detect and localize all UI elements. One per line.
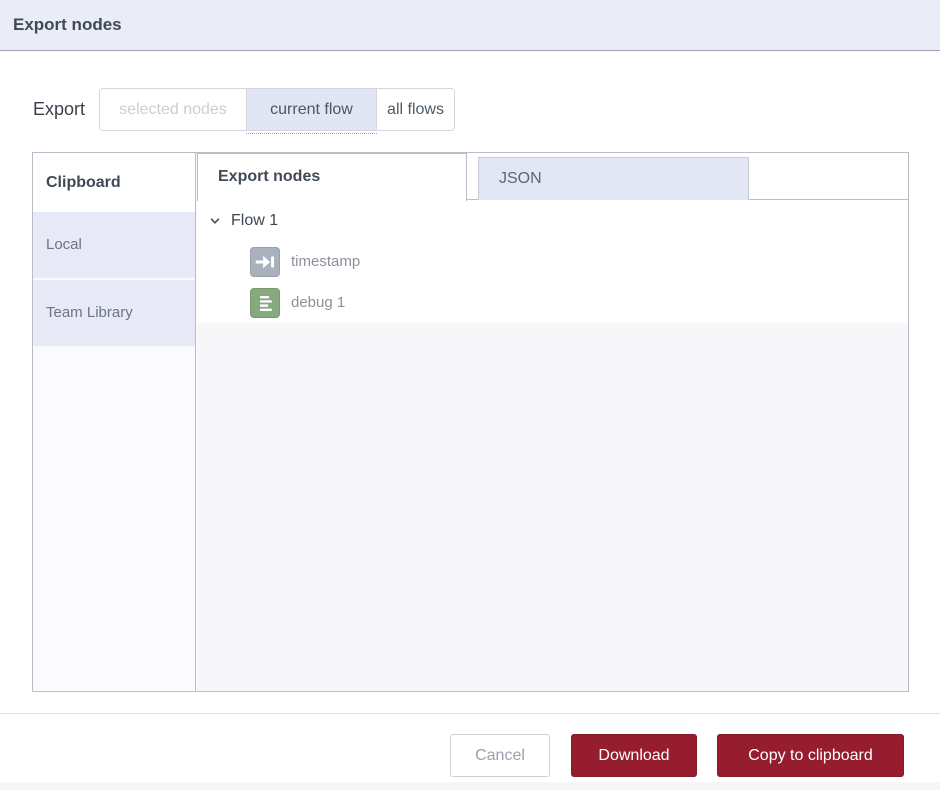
sidebar-item-local[interactable]: Local: [33, 212, 195, 278]
debug-node-icon: [250, 288, 280, 318]
tree-row-flow[interactable]: Flow 1: [197, 201, 908, 241]
tree-row-node-debug[interactable]: debug 1: [197, 282, 908, 323]
export-scope-selected-nodes-button[interactable]: selected nodes: [100, 89, 246, 130]
tab-export-nodes[interactable]: Export nodes: [197, 153, 467, 201]
tree-row-node-timestamp[interactable]: timestamp: [197, 241, 908, 282]
export-dialog-body: Clipboard Local Team Library Export node…: [32, 152, 909, 692]
download-button[interactable]: Download: [571, 734, 697, 777]
export-scope-all-flows-button[interactable]: all flows: [376, 89, 454, 130]
dialog-bottom-edge: [0, 782, 940, 790]
export-nodes-dialog: Export nodes Export selected nodes curre…: [0, 0, 940, 790]
sidebar-item-clipboard[interactable]: Clipboard: [33, 153, 195, 212]
cancel-button[interactable]: Cancel: [450, 734, 550, 777]
copy-to-clipboard-button[interactable]: Copy to clipboard: [717, 734, 904, 777]
tab-json[interactable]: JSON: [478, 157, 749, 200]
dialog-header: Export nodes: [0, 0, 940, 51]
dialog-footer: Cancel Download Copy to clipboard: [0, 713, 940, 782]
destination-sidebar: Clipboard Local Team Library: [33, 153, 196, 691]
clipboard-tabs: Export nodes JSON: [197, 153, 908, 200]
clipboard-pane: Export nodes JSON Flow 1: [197, 153, 908, 691]
flow-label: Flow 1: [231, 212, 278, 230]
export-scope-group: selected nodes current flow all flows: [99, 88, 455, 131]
node-label: debug 1: [291, 294, 345, 311]
inject-node-icon: [250, 247, 280, 277]
export-scope-current-flow-button[interactable]: current flow: [246, 89, 376, 130]
chevron-down-icon[interactable]: [208, 214, 222, 228]
dialog-title: Export nodes: [13, 0, 122, 50]
export-node-tree: Flow 1 timestamp: [197, 201, 908, 691]
sidebar-item-team-library[interactable]: Team Library: [33, 280, 195, 346]
node-label: timestamp: [291, 253, 360, 270]
export-scope-label: Export: [33, 88, 85, 131]
